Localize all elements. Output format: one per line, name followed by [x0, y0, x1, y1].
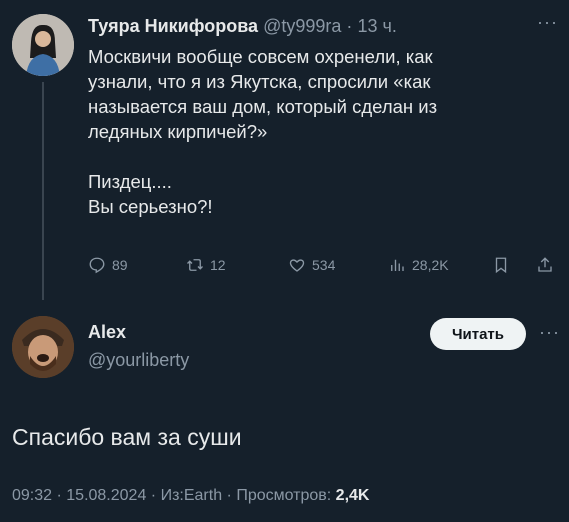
- share-icon: [538, 257, 552, 272]
- avatar-photo-icon: [12, 14, 74, 76]
- tweet-text-line: называется ваш дом, который сделан из: [88, 96, 438, 117]
- bookmark-button[interactable]: [492, 256, 516, 274]
- footer-views-value[interactable]: 2,4K: [336, 487, 370, 504]
- author-avatar[interactable]: [12, 14, 74, 76]
- tweet-actions: 89 12 534 28,2K: [88, 256, 558, 278]
- tweet-text-line: Вы серьезно?!: [88, 196, 213, 217]
- bookmark-icon: [495, 257, 507, 274]
- tweet-time[interactable]: 13 ч.: [357, 16, 396, 36]
- like-count: 534: [312, 257, 336, 273]
- reply-icon: [89, 257, 105, 274]
- footer-time[interactable]: 09:32: [12, 487, 52, 504]
- parent-tweet: Туяра Никифорова @ty999ra · 13 ч. ··· Мо…: [0, 0, 569, 300]
- tweet-footer: 09:32 · 15.08.2024 · Из:Earth · Просмотр…: [12, 487, 369, 505]
- tweet-text-line: Москвичи вообще совсем охренели, как: [88, 46, 433, 67]
- thread-line: [42, 82, 44, 300]
- author-handle[interactable]: @ty999ra: [263, 16, 341, 36]
- repost-button[interactable]: 12: [186, 256, 226, 274]
- tweet-header: Туяра Никифорова @ty999ra · 13 ч.: [88, 16, 397, 37]
- tweet-text-line: ледяных кирпичей?»: [88, 121, 268, 142]
- avatar-photo-icon: [12, 316, 74, 378]
- tweet-text-line: узнали, что я из Якутска, спросили «как: [88, 71, 431, 92]
- meta-separator: ·: [346, 16, 353, 36]
- footer-source: Из:Earth: [160, 487, 223, 504]
- share-button[interactable]: [536, 256, 560, 274]
- analytics-icon: [391, 259, 404, 271]
- footer-separator: ·: [52, 487, 67, 504]
- repost-count: 12: [210, 257, 226, 273]
- views-count: 28,2K: [412, 257, 449, 273]
- footer-separator: ·: [146, 487, 161, 504]
- tweet-text: Москвичи вообще совсем охренели, как узн…: [88, 44, 548, 219]
- reply-count: 89: [112, 257, 128, 273]
- reply-author-name[interactable]: Alex: [88, 322, 126, 343]
- follow-button[interactable]: Читать: [430, 318, 526, 350]
- reply-text: Спасибо вам за суши: [12, 424, 242, 450]
- more-options-icon[interactable]: ···: [539, 322, 560, 343]
- views-button[interactable]: 28,2K: [388, 256, 449, 274]
- heart-icon: [289, 259, 305, 272]
- reply-button[interactable]: 89: [88, 256, 128, 274]
- like-button[interactable]: 534: [288, 256, 335, 274]
- tweet-text-line: Пиздец....: [88, 171, 172, 192]
- more-options-icon[interactable]: ···: [537, 12, 558, 33]
- footer-date[interactable]: 15.08.2024: [66, 487, 146, 504]
- reply-author-handle[interactable]: @yourliberty: [88, 350, 189, 371]
- repost-icon: [187, 259, 203, 271]
- footer-views-label: Просмотров:: [236, 487, 336, 504]
- footer-separator: ·: [222, 487, 237, 504]
- reply-author-avatar[interactable]: [12, 316, 74, 378]
- author-name[interactable]: Туяра Никифорова: [88, 16, 258, 36]
